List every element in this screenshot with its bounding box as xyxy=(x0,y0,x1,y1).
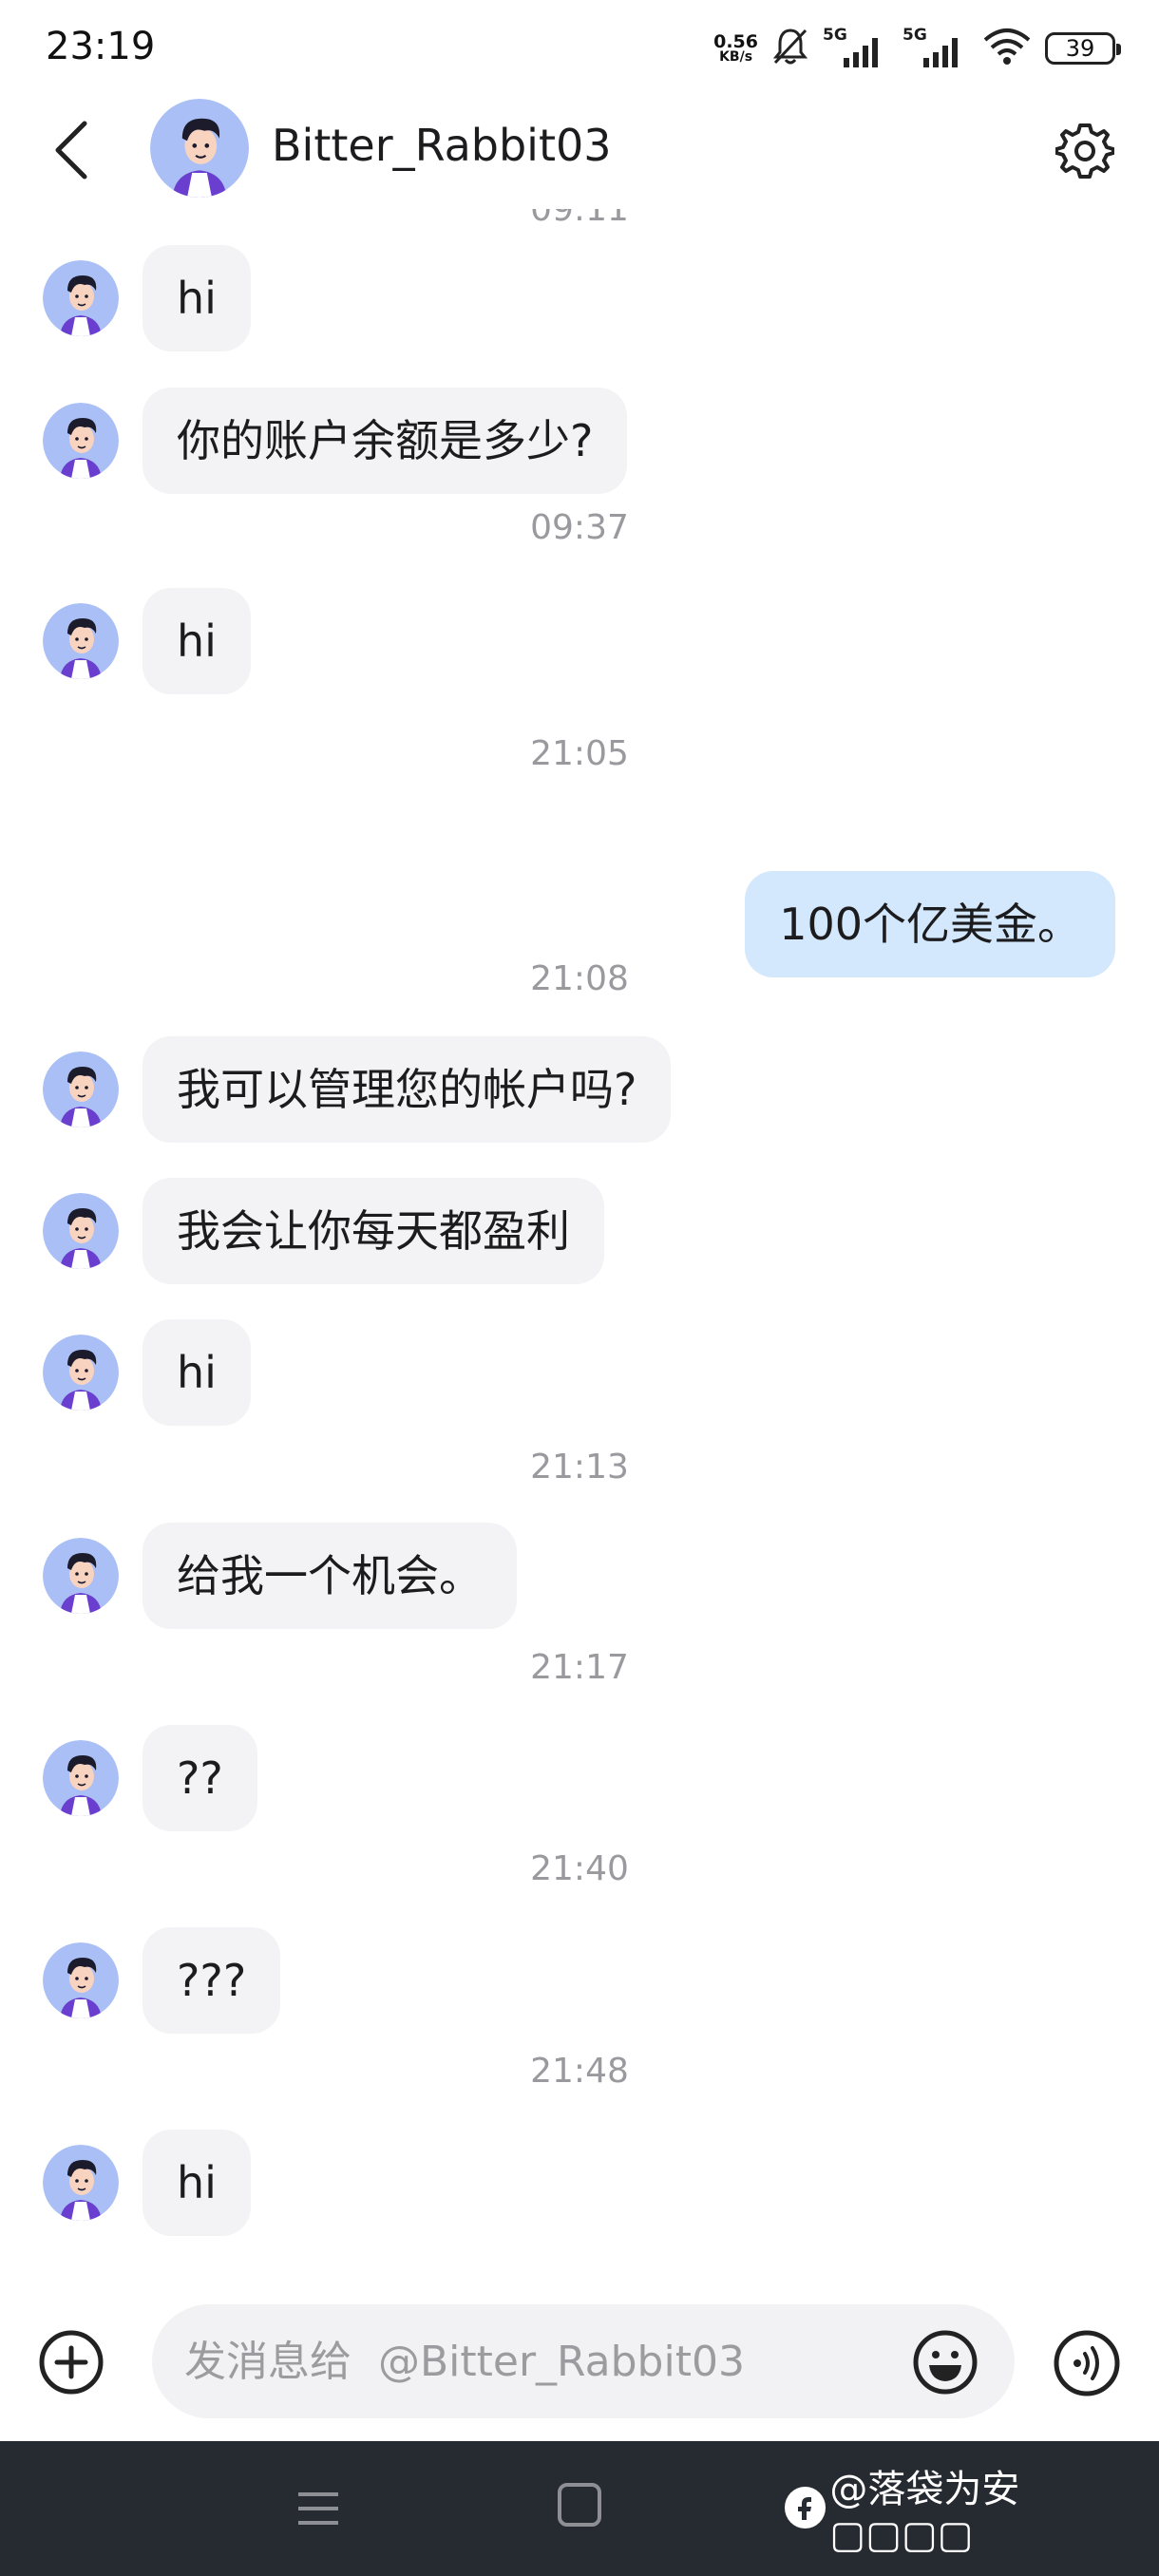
sender-avatar[interactable] xyxy=(43,403,119,479)
timestamp: 21:17 xyxy=(530,1648,629,1687)
chat-header: Bitter_Rabbit03 xyxy=(0,95,1159,209)
network-speed-value: 0.56 xyxy=(713,31,758,52)
voice-input-button[interactable] xyxy=(1053,2329,1121,2397)
settings-button[interactable] xyxy=(1051,116,1119,184)
timestamp: 21:48 xyxy=(530,2052,629,2091)
chevron-left-icon xyxy=(55,121,87,180)
timestamp: 21:40 xyxy=(530,1849,629,1888)
message-input[interactable] xyxy=(184,2304,906,2418)
message-bubble[interactable]: 给我一个机会。 xyxy=(142,1523,517,1629)
signal-5g-secondary-icon: 5G xyxy=(902,26,969,69)
contact-avatar[interactable] xyxy=(150,99,249,198)
voice-wave-icon xyxy=(1054,2330,1120,2396)
message-bubble[interactable]: hi xyxy=(142,245,251,351)
sender-avatar[interactable] xyxy=(43,1335,119,1411)
contact-name[interactable]: Bitter_Rabbit03 xyxy=(272,120,612,171)
message-bubble[interactable]: ??? xyxy=(142,1927,281,2034)
nav-menu-button[interactable] xyxy=(294,2487,342,2530)
status-icons: 0.56 KB/s 5G 5G 39 xyxy=(713,25,1121,72)
system-nav-bar: @落袋为安▢▢▢▢ xyxy=(0,2441,1159,2576)
sender-avatar[interactable] xyxy=(43,1740,119,1816)
message-list[interactable]: 09:11 hi 你的账户余额是多少? 09:37 hi 21:05 100个亿美金。 21… xyxy=(0,209,1159,2280)
gear-icon xyxy=(1055,123,1114,179)
sender-avatar[interactable] xyxy=(43,1193,119,1269)
back-button[interactable] xyxy=(38,112,104,188)
sender-avatar[interactable] xyxy=(43,2145,119,2221)
message-bubble[interactable]: hi xyxy=(142,2130,251,2236)
battery-indicator: 39 xyxy=(1045,32,1121,65)
sender-avatar[interactable] xyxy=(43,1051,119,1127)
sender-avatar[interactable] xyxy=(43,1538,119,1614)
wifi-icon xyxy=(982,27,1032,70)
timestamp: 09:37 xyxy=(530,508,629,547)
message-bubble[interactable]: 我可以管理您的帐户吗? xyxy=(142,1036,672,1143)
sender-avatar[interactable] xyxy=(43,1942,119,2018)
signal-5g-icon: 5G xyxy=(823,26,889,69)
watermark-logo-icon xyxy=(785,2487,826,2529)
plus-circle-icon xyxy=(39,2330,104,2395)
status-bar: 23:19 0.56 KB/s 5G 5G 39 xyxy=(0,0,1159,95)
mute-bell-icon xyxy=(771,27,809,70)
composer-bar xyxy=(0,2280,1159,2441)
message-bubble[interactable]: hi xyxy=(142,588,251,694)
sender-avatar[interactable] xyxy=(43,603,119,679)
status-time: 23:19 xyxy=(46,25,156,68)
message-bubble[interactable]: ?? xyxy=(142,1725,257,1831)
watermark-text: @落袋为安▢▢▢▢ xyxy=(829,2468,1020,2557)
timestamp: 21:05 xyxy=(530,734,629,773)
network-speed: 0.56 KB/s xyxy=(713,31,758,65)
emoji-icon xyxy=(913,2330,978,2395)
emoji-button[interactable] xyxy=(912,2329,978,2396)
menu-icon xyxy=(298,2492,338,2525)
add-attachment-button[interactable] xyxy=(38,2329,104,2396)
nav-home-button[interactable] xyxy=(558,2483,601,2527)
watermark: @落袋为安▢▢▢▢ xyxy=(785,2468,1159,2557)
timestamp: 09:11 xyxy=(530,209,629,229)
message-bubble[interactable]: 你的账户余额是多少? xyxy=(142,388,628,494)
network-speed-unit: KB/s xyxy=(719,49,753,65)
message-bubble[interactable]: hi xyxy=(142,1319,251,1426)
message-bubble[interactable]: 我会让你每天都盈利 xyxy=(142,1178,604,1284)
timestamp: 21:08 xyxy=(530,959,629,998)
sender-avatar[interactable] xyxy=(43,260,119,336)
timestamp: 21:13 xyxy=(530,1448,629,1487)
message-input-container[interactable] xyxy=(152,2304,1015,2418)
